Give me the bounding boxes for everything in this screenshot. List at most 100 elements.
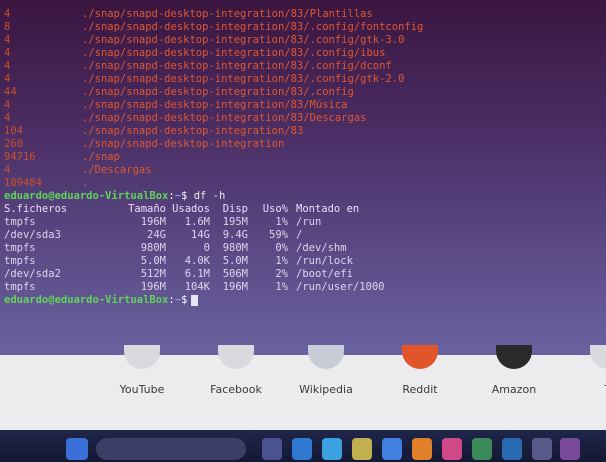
- df-cell: tmpfs: [4, 242, 36, 254]
- df-row: tmpfs 196M 1.6M 195M 1% /run: [4, 216, 321, 229]
- df-cell: 980M: [222, 242, 248, 254]
- du-size: 4: [4, 73, 11, 85]
- df-cell: /dev/sda3: [4, 229, 61, 241]
- taskbar-app-icon[interactable]: [502, 438, 522, 460]
- shortcut-tile[interactable]: Facebook: [200, 345, 272, 430]
- df-row: /dev/sda2 512M 6.1M 506M 2% /boot/efi: [4, 268, 353, 281]
- df-cell: 14G: [191, 229, 210, 241]
- df-cell: 9.4G: [222, 229, 248, 241]
- shortcut-tile[interactable]: Amazon: [478, 345, 550, 430]
- du-size: 4: [4, 112, 11, 124]
- df-cell: 0%: [275, 242, 288, 254]
- du-output-line: 4 ./snap/snapd-desktop-integration/83/.co…: [4, 60, 392, 73]
- df-cell: 196M: [140, 216, 166, 228]
- du-path: ./Descargas: [82, 164, 152, 176]
- du-output-line: 4 ./snap/snapd-desktop-integration/83/Mús…: [4, 99, 348, 112]
- du-size: 4: [4, 47, 11, 59]
- du-size: 104: [4, 125, 23, 137]
- taskbar-app-icon[interactable]: [262, 438, 282, 460]
- shortcut-label: Amazon: [491, 383, 537, 396]
- shortcut-icon: [590, 345, 606, 369]
- df-cell: /dev/sda2: [4, 268, 61, 280]
- search-box[interactable]: [96, 438, 246, 460]
- shortcut-icon: [496, 345, 532, 369]
- prompt-line: eduardo@eduardo-VirtualBox:~$: [4, 294, 199, 307]
- du-size: 4: [4, 164, 11, 176]
- du-output-line: 260 ./snap/snapd-desktop-integration: [4, 138, 284, 151]
- taskbar-app-icon[interactable]: [442, 438, 462, 460]
- du-output-line: 44 ./snap/snapd-desktop-integration/83/.c…: [4, 86, 354, 99]
- taskbar-app-icon[interactable]: [292, 438, 312, 460]
- du-output-line: 94716 ./snap: [4, 151, 120, 164]
- du-output-line: 4 ./snap/snapd-desktop-integration/83/.co…: [4, 47, 385, 60]
- df-cell: 104K: [184, 281, 210, 293]
- df-cell: 980M: [140, 242, 166, 254]
- df-cell: 2%: [275, 268, 288, 280]
- df-header-cell: S.ficheros: [4, 203, 68, 215]
- start-icon[interactable]: [66, 438, 88, 460]
- df-row: tmpfs 5.0M 4.0K 5.0M 1% /run/lock: [4, 255, 353, 268]
- command-text: df -h: [193, 190, 226, 202]
- df-header-cell: Usados: [172, 203, 210, 215]
- shortcut-label: Facebook: [210, 383, 262, 396]
- du-path: ./snap/snapd-desktop-integration/83/.con…: [82, 34, 405, 46]
- du-path: ./snap/snapd-desktop-integration/83/Músi…: [82, 99, 348, 111]
- du-path: ./snap/snapd-desktop-integration/83/.con…: [82, 73, 405, 85]
- shortcut-label: Reddit: [402, 383, 438, 396]
- df-cell: /dev/shm: [296, 242, 347, 254]
- du-output-line: 4 ./snap/snapd-desktop-integration/83/Des…: [4, 112, 366, 125]
- taskbar-app-icon[interactable]: [352, 438, 372, 460]
- du-output-line: 4 ./snap/snapd-desktop-integration/83/.co…: [4, 34, 404, 47]
- shortcut-label: YouTube: [119, 383, 165, 396]
- du-path: ./snap/snapd-desktop-integration/83/.con…: [82, 21, 424, 33]
- du-output-line: 8 ./snap/snapd-desktop-integration/83/.co…: [4, 21, 423, 34]
- du-size: 4: [4, 99, 11, 111]
- df-row: /dev/sda3 24G 14G 9.4G 59% /: [4, 229, 302, 242]
- du-size: 8: [4, 21, 11, 33]
- du-size: 94716: [4, 151, 36, 163]
- prompt-user: eduardo@eduardo-VirtualBox: [4, 294, 169, 306]
- terminal-window[interactable]: 4 ./snap/snapd-desktop-integration/83/Pla…: [0, 0, 606, 355]
- shortcut-tile[interactable]: Reddit: [384, 345, 456, 430]
- taskbar-app-icon[interactable]: [560, 438, 580, 460]
- df-cell: 196M: [140, 281, 166, 293]
- du-size: 44: [4, 86, 17, 98]
- du-path: ./snap/snapd-desktop-integration/83/.con…: [82, 60, 392, 72]
- df-cell: tmpfs: [4, 216, 36, 228]
- taskbar-app-icon[interactable]: [472, 438, 492, 460]
- terminal-cursor[interactable]: [191, 294, 199, 306]
- shortcut-tile[interactable]: Wikipedia: [290, 345, 362, 430]
- df-cell: 5.0M: [140, 255, 166, 267]
- taskbar-app-icon[interactable]: [322, 438, 342, 460]
- du-path: ./snap: [82, 151, 120, 163]
- df-header-cell: Uso%: [262, 203, 288, 215]
- df-header-cell: Montado en: [296, 203, 360, 215]
- du-path: ./snap/snapd-desktop-integration/83/.con…: [82, 47, 386, 59]
- shortcut-label: Wikipedia: [299, 383, 353, 396]
- df-cell: 1%: [275, 255, 288, 267]
- df-cell: 512M: [140, 268, 166, 280]
- du-size: 260: [4, 138, 23, 150]
- taskbar-app-icon[interactable]: [412, 438, 432, 460]
- df-cell: /: [296, 229, 303, 241]
- shortcut-tile[interactable]: T: [572, 345, 606, 430]
- df-header-cell: Tamaño: [128, 203, 166, 215]
- taskbar-app-icon[interactable]: [382, 438, 402, 460]
- shortcut-icon: [218, 345, 254, 369]
- prompt-symbol: $: [181, 294, 188, 306]
- df-cell: 5.0M: [222, 255, 248, 267]
- taskbar-app-icon[interactable]: [532, 438, 552, 460]
- du-output-line: 4 ./snap/snapd-desktop-integration/83/.co…: [4, 73, 404, 86]
- du-path: ./snap/snapd-desktop-integration: [82, 138, 285, 150]
- df-cell: 4.0K: [184, 255, 210, 267]
- du-size: 4: [4, 34, 11, 46]
- df-cell: tmpfs: [4, 281, 36, 293]
- taskbar: [0, 430, 606, 462]
- shortcut-icon: [124, 345, 160, 369]
- du-path: ./snap/snapd-desktop-integration/83/Desc…: [82, 112, 367, 124]
- du-output-line: 104 ./snap/snapd-desktop-integration/83: [4, 125, 303, 138]
- df-cell: 24G: [147, 229, 166, 241]
- df-cell: tmpfs: [4, 255, 36, 267]
- shortcut-tile[interactable]: YouTube: [106, 345, 178, 430]
- du-size: 189484: [4, 177, 42, 189]
